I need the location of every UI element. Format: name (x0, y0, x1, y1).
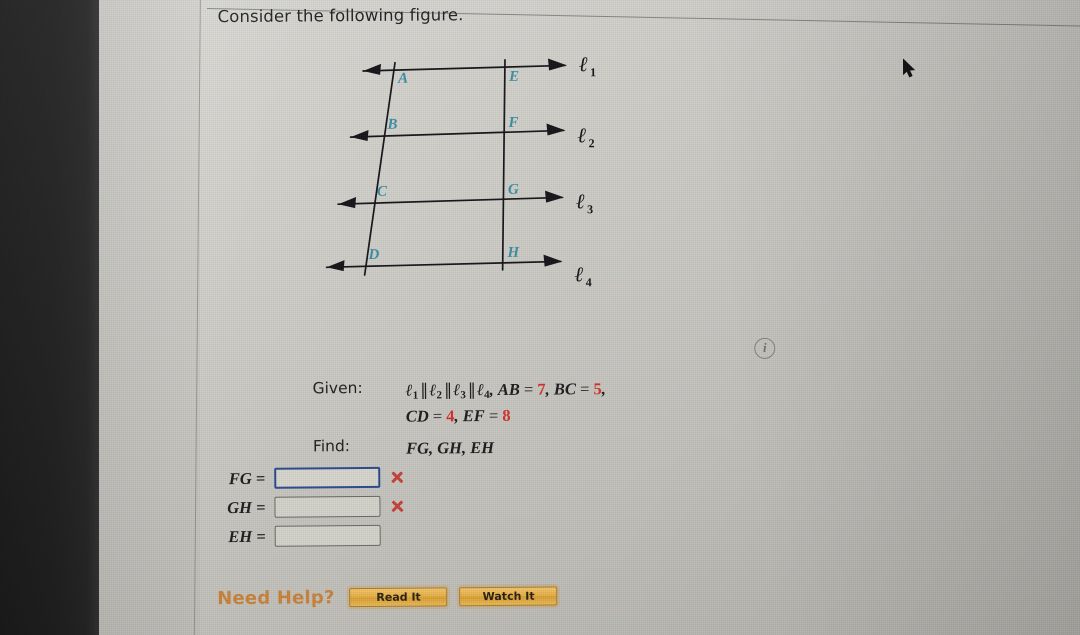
figure-label-D: D (367, 247, 379, 263)
given-seg-AB-name: AB (497, 379, 520, 399)
parallel-symbol-2: ∥ (443, 380, 452, 400)
find-label: Find: (312, 437, 351, 456)
arrowheads-right (543, 58, 568, 267)
question-prompt: Consider the following figure. (217, 5, 464, 27)
find-row: Find: FG, GH, EH (313, 435, 606, 461)
figure-label-B: B (386, 117, 397, 133)
given-ell-2: ℓ2 (429, 380, 443, 402)
transversal-right (501, 59, 506, 271)
answer-row-fg: FG = (208, 463, 404, 494)
answer-row-eh: EH = (209, 521, 405, 552)
answer-input-gh[interactable] (274, 495, 381, 518)
svg-text:4: 4 (586, 275, 592, 289)
given-seg-EF-name: EF (462, 405, 485, 425)
worksheet-page: Consider the following figure. A B C D E… (99, 0, 1080, 635)
figure-label-F: F (507, 115, 518, 131)
figure-label-A: A (397, 71, 408, 87)
need-help-label: Need Help? (217, 587, 335, 610)
figure-label-E: E (508, 69, 519, 85)
figure-label-H: H (506, 245, 520, 261)
given-seg-BC-eq: = (575, 379, 594, 399)
answer-label-eh: EH = (228, 526, 266, 546)
svg-text:ℓ: ℓ (577, 123, 586, 147)
figure-label-C: C (377, 184, 388, 200)
red-x-icon-fg (389, 470, 404, 485)
monitor-bezel-left (0, 0, 99, 635)
given-line-2: CD = 4, EF = 8 (406, 403, 606, 428)
red-x-icon-gh (389, 499, 404, 514)
given-ell-1: ℓ1 (405, 380, 419, 402)
given-row: Given: ℓ1 ∥ ℓ2 ∥ ℓ3 ∥ ℓ4, AB = 7, BC = 5, CD =… (312, 377, 606, 428)
answer-input-fg[interactable] (274, 466, 381, 489)
given-line-1: ℓ1 ∥ ℓ2 ∥ ℓ3 ∥ ℓ4, AB = 7, BC = 5, (405, 377, 605, 404)
question-content: Consider the following figure. A B C D E… (99, 0, 1080, 635)
given-seg-CD-value: 4 (446, 405, 455, 425)
find-body: FG, GH, EH (405, 438, 495, 458)
parallel-line-4 (325, 260, 562, 269)
read-it-button[interactable]: Read It (349, 587, 448, 608)
status-placeholder-eh (390, 528, 405, 543)
svg-text:ℓ: ℓ (579, 52, 588, 76)
svg-text:ℓ: ℓ (575, 262, 584, 286)
svg-text:ℓ: ℓ (576, 189, 585, 213)
given-seg-EF-value: 8 (502, 405, 511, 425)
answer-input-eh[interactable] (274, 524, 381, 547)
geometry-figure: A B C D E F G H ℓ 1 ℓ 2 ℓ 3 ℓ 4 (315, 47, 637, 300)
given-seg-BC-name: BC (553, 379, 576, 399)
given-ell-3: ℓ3 (453, 380, 466, 402)
answer-row-gh: GH = (208, 492, 404, 523)
answer-label-gh: GH = (227, 497, 266, 517)
svg-text:1: 1 (590, 65, 596, 79)
given-seg-CD-name: CD (405, 406, 429, 426)
figure-line-label-3: ℓ 3 (576, 189, 593, 216)
screen-photograph: Consider the following figure. A B C D E… (0, 0, 1080, 635)
given-seg-AB-eq: = (519, 379, 538, 399)
given-label: Given: (312, 379, 363, 398)
given-sep-4: , (454, 405, 463, 425)
figure-line-label-2: ℓ 2 (577, 123, 594, 150)
answer-label-fg: FG = (228, 468, 266, 488)
mouse-cursor (902, 58, 917, 79)
figure-line-label-1: ℓ 1 (579, 52, 596, 79)
parallel-symbol-1: ∥ (420, 380, 428, 400)
given-ell-4: ℓ4 (476, 380, 490, 402)
given-sep-3: , (601, 379, 606, 399)
parallel-symbol-3: ∥ (467, 380, 476, 400)
svg-text:3: 3 (587, 202, 593, 216)
given-seg-CD-eq: = (428, 405, 447, 426)
watch-it-button[interactable]: Watch It (459, 586, 558, 607)
svg-text:2: 2 (589, 136, 595, 150)
need-help-bar: Need Help? Read It Watch It (217, 585, 570, 609)
transversal-left (363, 61, 396, 276)
figure-label-G: G (508, 182, 519, 198)
given-body: ℓ1 ∥ ℓ2 ∥ ℓ3 ∥ ℓ4, AB = 7, BC = 5, CD = 4, EF … (405, 377, 606, 428)
given-seg-EF-eq: = (484, 405, 503, 425)
given-find-block: Given: ℓ1 ∥ ℓ2 ∥ ℓ3 ∥ ℓ4, AB = 7, BC = 5, CD =… (312, 377, 606, 461)
answer-list: FG = GH = EH = (208, 463, 405, 552)
parallel-line-2 (349, 129, 565, 138)
arrowheads-left (326, 63, 382, 272)
given-seg-AB-value: 7 (537, 379, 546, 399)
info-icon[interactable]: i (754, 337, 776, 359)
parallel-line-3 (337, 196, 563, 206)
figure-line-label-4: ℓ 4 (575, 262, 592, 289)
